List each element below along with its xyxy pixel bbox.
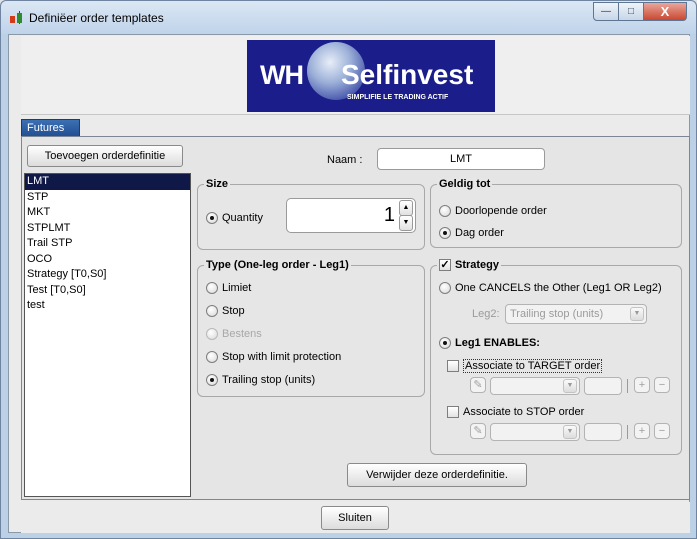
stop-label: Stop [222,305,245,317]
futures-panel: Toevoegen orderdefinitie LMT STP MKT STP… [21,136,690,500]
list-item[interactable]: STPLMT [25,221,190,237]
type-option-market: Bestens [206,327,262,341]
type-option-stop[interactable]: Stop [206,304,245,318]
option-day-order[interactable]: Dag order [439,226,504,240]
target-template-dropdown: ▼ [490,377,580,395]
limit-radio[interactable] [206,282,218,294]
size-group-title: Size [204,178,231,190]
target-order-option[interactable]: Associate to TARGET order [447,359,603,373]
leg1-enables-radio[interactable] [439,337,451,349]
minimize-button[interactable]: — [593,2,619,21]
type-group-title: Type (One-leg order - Leg1) [204,259,351,271]
type-option-stop-limit-protection[interactable]: Stop with limit protection [206,350,341,364]
size-group: Size Quantity 1 ▲ ▼ [197,178,425,250]
stop-order-option[interactable]: Associate to STOP order [447,405,584,419]
logo-tagline: SIMPLIFIE LE TRADING ACTIF [347,94,449,101]
day-order-radio[interactable] [439,227,451,239]
separator [627,425,628,439]
leg2-dropdown: Trailing stop (units) ▼ [505,304,647,324]
logo-banner: WH Selfinvest SIMPLIFIE LE TRADING ACTIF [21,36,690,115]
stop-offset-field [584,423,622,441]
valid-until-title: Geldig tot [437,178,493,190]
spin-up-icon[interactable]: ▲ [399,200,413,216]
add-order-definition-button[interactable]: Toevoegen orderdefinitie [27,145,183,167]
delete-order-definition-button[interactable]: Verwijder deze orderdefinitie. [347,463,527,487]
leg2-value: Trailing stop (units) [510,308,604,320]
remove-target-icon: − [654,377,670,393]
trailing-stop-label: Trailing stop (units) [222,374,316,386]
trailing-stop-radio[interactable] [206,374,218,386]
list-item[interactable]: MKT [25,205,190,221]
oco-option[interactable]: One CANCELS the Other (Leg1 OR Leg2) [439,281,662,295]
market-label: Bestens [222,328,262,340]
chart-icon [10,11,24,24]
chevron-down-icon: ▼ [563,379,577,393]
strategy-toggle[interactable]: ✓ Strategy [437,259,502,271]
edit-stop-icon: ✎ [470,423,486,439]
leg1-enables-option[interactable]: Leg1 ENABLES: [439,336,540,350]
strategy-label: Strategy [455,259,500,271]
stop-limit-protection-radio[interactable] [206,351,218,363]
limit-label: Limiet [222,282,252,294]
name-label: Naam : [327,154,363,166]
open-ended-label: Doorlopende order [455,205,547,217]
maximize-button[interactable]: □ [618,2,644,21]
stop-limit-protection-label: Stop with limit protection [222,351,342,363]
template-list[interactable]: LMT STP MKT STPLMT Trail STP OCO Strateg… [24,173,191,497]
market-radio [206,328,218,340]
list-item[interactable]: LMT [25,174,190,190]
chevron-down-icon: ▼ [563,425,577,439]
quantity-field[interactable]: 1 ▲ ▼ [286,198,416,233]
strategy-group: ✓ Strategy One CANCELS the Other (Leg1 O… [430,259,682,455]
remove-stop-icon: − [654,423,670,439]
list-item[interactable]: Strategy [T0,S0] [25,267,190,283]
oco-radio[interactable] [439,282,451,294]
add-target-icon: + [634,377,650,393]
strategy-checkbox[interactable]: ✓ [439,259,451,271]
target-order-checkbox[interactable] [447,360,459,372]
day-order-label: Dag order [455,227,504,239]
leg1-enables-label: Leg1 ENABLES: [455,337,540,349]
type-option-trailing-stop[interactable]: Trailing stop (units) [206,373,315,387]
leg2-label: Leg2: [472,308,500,320]
close-window-button[interactable]: X [643,2,687,21]
logo-wh: WH [260,60,304,90]
open-ended-radio[interactable] [439,205,451,217]
chevron-down-icon: ▼ [630,307,644,321]
tab-futures[interactable]: Futures [21,119,80,137]
title-bar: Definiëer order templates — □ X [1,1,696,34]
quantity-label: Quantity [222,212,263,224]
bottom-bar: Sluiten [21,502,690,533]
quantity-radio[interactable] [206,212,218,224]
quantity-option[interactable]: Quantity [206,211,263,225]
stop-order-label: Associate to STOP order [463,406,585,418]
list-item[interactable]: Test [T0,S0] [25,283,190,299]
wh-selfinvest-logo: WH Selfinvest SIMPLIFIE LE TRADING ACTIF [247,40,495,112]
separator [627,379,628,393]
close-button[interactable]: Sluiten [321,506,389,530]
target-offset-field [584,377,622,395]
name-field[interactable]: LMT [377,148,545,170]
type-option-limit[interactable]: Limiet [206,281,251,295]
logo-brand: Selfinvest [341,59,474,90]
list-item[interactable]: OCO [25,252,190,268]
target-order-label: Associate to TARGET order [463,359,603,373]
window-title: Definiëer order templates [29,11,164,25]
list-item[interactable]: Trail STP [25,236,190,252]
spin-down-icon[interactable]: ▼ [399,215,413,231]
stop-radio[interactable] [206,305,218,317]
stop-order-checkbox[interactable] [447,406,459,418]
add-stop-icon: + [634,423,650,439]
valid-until-group: Geldig tot Doorlopende order Dag order [430,178,682,248]
list-item[interactable]: STP [25,190,190,206]
edit-target-icon: ✎ [470,377,486,393]
client-area: WH Selfinvest SIMPLIFIE LE TRADING ACTIF… [8,34,690,533]
list-item[interactable]: test [25,298,190,314]
stop-template-dropdown: ▼ [490,423,580,441]
type-group: Type (One-leg order - Leg1) Limiet Stop … [197,259,425,397]
window: Definiëer order templates — □ X WH Selfi… [0,0,697,539]
oco-label: One CANCELS the Other (Leg1 OR Leg2) [455,282,662,294]
quantity-value: 1 [383,204,395,226]
option-open-ended[interactable]: Doorlopende order [439,204,547,218]
